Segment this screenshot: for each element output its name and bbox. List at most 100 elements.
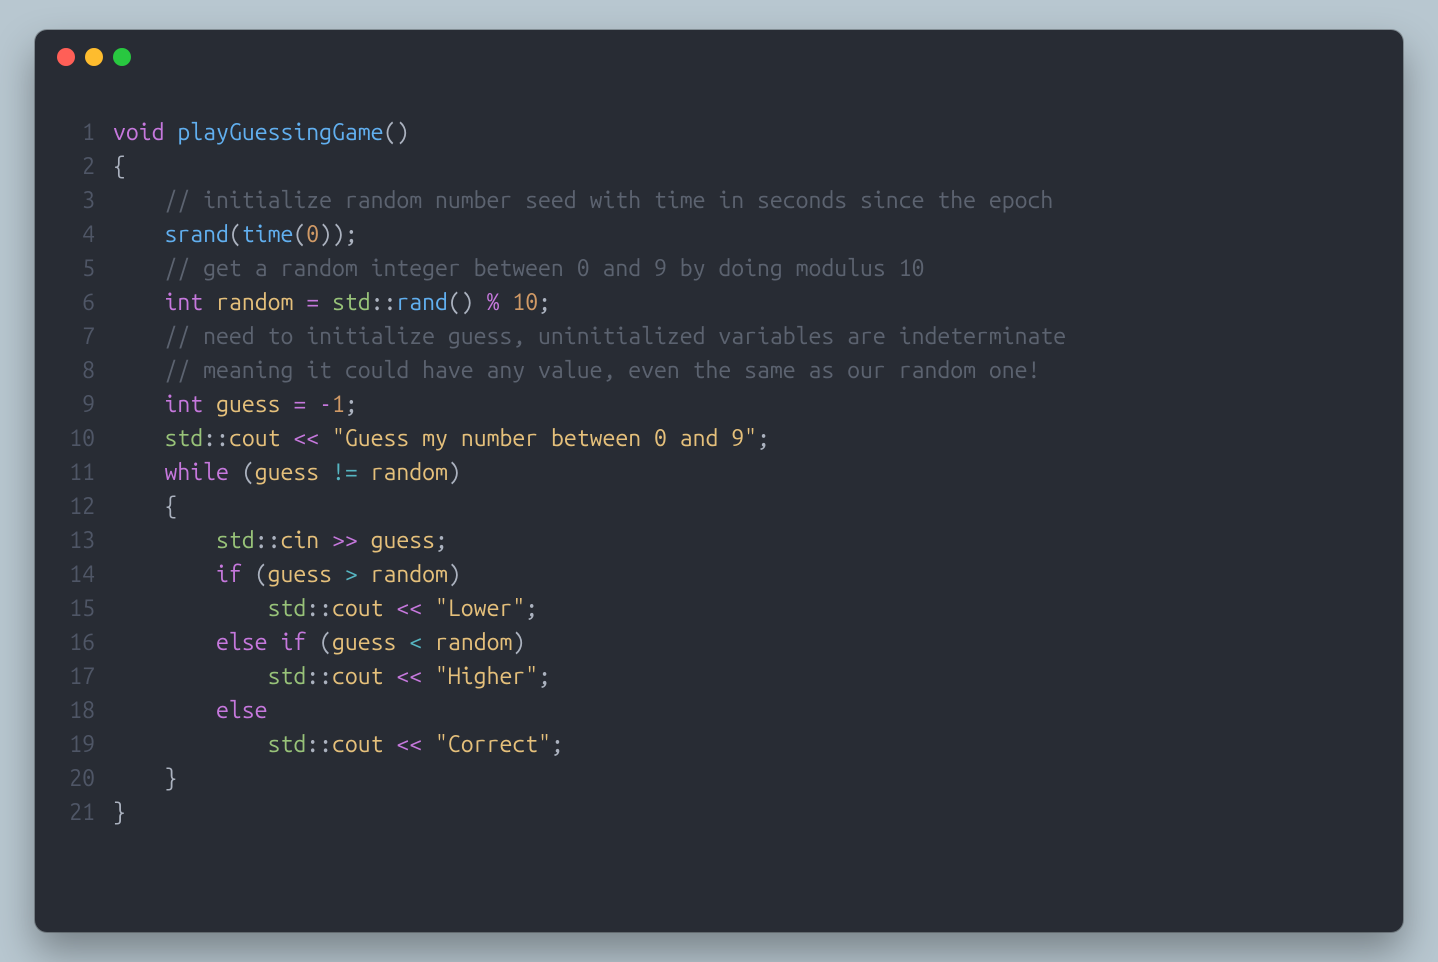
token-var: cout [332, 596, 384, 621]
token-kw: else [216, 630, 268, 655]
code-line[interactable]: 14 if (guess > random) [55, 558, 1383, 592]
code-content[interactable]: } [113, 762, 1383, 796]
code-content[interactable]: std::cin >> guess; [113, 524, 1383, 558]
token-punc: ; [345, 392, 358, 417]
code-content[interactable]: // initialize random number seed with ti… [113, 184, 1383, 218]
token-fn: rand [396, 290, 448, 315]
code-line[interactable]: 1void playGuessingGame() [55, 116, 1383, 150]
titlebar [35, 30, 1403, 76]
code-content[interactable]: std::cout << "Correct"; [113, 728, 1383, 762]
token-op: < [409, 630, 422, 655]
token-punc: :: [255, 528, 281, 553]
token-punc: ; [538, 290, 551, 315]
code-line[interactable]: 2{ [55, 150, 1383, 184]
code-content[interactable]: // get a random integer between 0 and 9 … [113, 252, 1383, 286]
token-opp: >> [332, 528, 358, 553]
code-line[interactable]: 12 { [55, 490, 1383, 524]
code-content[interactable]: std::cout << "Higher"; [113, 660, 1383, 694]
token-punc: ( [229, 460, 255, 485]
editor-window: 1void playGuessingGame()2{3 // initializ… [35, 30, 1403, 932]
token-punc [384, 732, 397, 757]
code-line[interactable]: 3 // initialize random number seed with … [55, 184, 1383, 218]
code-content[interactable]: int guess = -1; [113, 388, 1383, 422]
token-punc: :: [306, 596, 332, 621]
code-line[interactable]: 10 std::cout << "Guess my number between… [55, 422, 1383, 456]
code-content[interactable]: srand(time(0)); [113, 218, 1383, 252]
code-content[interactable]: std::cout << "Lower"; [113, 592, 1383, 626]
line-number: 16 [55, 626, 113, 660]
token-op: != [332, 460, 358, 485]
token-punc [293, 290, 306, 315]
code-line[interactable]: 20 } [55, 762, 1383, 796]
token-punc: { [113, 154, 126, 179]
minimize-icon[interactable] [85, 48, 103, 66]
token-ns: std [332, 290, 371, 315]
zoom-icon[interactable] [113, 48, 131, 66]
token-punc [358, 528, 371, 553]
token-opp: = [306, 290, 319, 315]
code-line[interactable]: 21} [55, 796, 1383, 830]
token-punc [113, 460, 165, 485]
token-punc [422, 596, 435, 621]
code-content[interactable]: { [113, 150, 1383, 184]
token-punc: )); [319, 222, 358, 247]
token-punc: () [448, 290, 487, 315]
token-kw: else [216, 698, 268, 723]
token-str: "Higher" [435, 664, 538, 689]
code-line[interactable]: 11 while (guess != random) [55, 456, 1383, 490]
code-line[interactable]: 6 int random = std::rand() % 10; [55, 286, 1383, 320]
token-type: int [165, 392, 204, 417]
code-content[interactable]: // meaning it could have any value, even… [113, 354, 1383, 388]
token-type: int [165, 290, 204, 315]
token-punc: ( [242, 562, 268, 587]
token-var: guess [255, 460, 319, 485]
code-line[interactable]: 15 std::cout << "Lower"; [55, 592, 1383, 626]
code-line[interactable]: 13 std::cin >> guess; [55, 524, 1383, 558]
code-content[interactable]: int random = std::rand() % 10; [113, 286, 1383, 320]
line-number: 9 [55, 388, 113, 422]
code-content[interactable]: if (guess > random) [113, 558, 1383, 592]
token-punc [113, 222, 165, 247]
token-punc [358, 562, 371, 587]
code-content[interactable]: else if (guess < random) [113, 626, 1383, 660]
token-str: "Correct" [435, 732, 551, 757]
code-editor[interactable]: 1void playGuessingGame()2{3 // initializ… [35, 76, 1403, 932]
token-kw: while [165, 460, 229, 485]
code-line[interactable]: 17 std::cout << "Higher"; [55, 660, 1383, 694]
token-num: 1 [332, 392, 345, 417]
token-punc [113, 698, 216, 723]
token-ns: std [165, 426, 204, 451]
code-line[interactable]: 5 // get a random integer between 0 and … [55, 252, 1383, 286]
token-punc: { [113, 494, 177, 519]
code-line[interactable]: 7 // need to initialize guess, uninitial… [55, 320, 1383, 354]
token-punc [319, 460, 332, 485]
line-number: 3 [55, 184, 113, 218]
code-content[interactable]: // need to initialize guess, uninitializ… [113, 320, 1383, 354]
token-var: guess [332, 630, 396, 655]
code-content[interactable]: { [113, 490, 1383, 524]
token-punc: } [113, 800, 126, 825]
code-content[interactable]: std::cout << "Guess my number between 0 … [113, 422, 1383, 456]
token-punc [319, 426, 332, 451]
line-number: 20 [55, 762, 113, 796]
token-ns: std [268, 732, 307, 757]
line-number: 13 [55, 524, 113, 558]
token-ns: std [268, 664, 307, 689]
token-punc [113, 528, 216, 553]
code-line[interactable]: 8 // meaning it could have any value, ev… [55, 354, 1383, 388]
close-icon[interactable] [57, 48, 75, 66]
line-number: 18 [55, 694, 113, 728]
code-content[interactable]: void playGuessingGame() [113, 116, 1383, 150]
code-line[interactable]: 4 srand(time(0)); [55, 218, 1383, 252]
code-content[interactable]: while (guess != random) [113, 456, 1383, 490]
code-line[interactable]: 18 else [55, 694, 1383, 728]
token-ns: std [268, 596, 307, 621]
token-punc [384, 596, 397, 621]
token-opp: << [396, 596, 422, 621]
token-punc: ( [229, 222, 242, 247]
code-content[interactable]: else [113, 694, 1383, 728]
code-line[interactable]: 9 int guess = -1; [55, 388, 1383, 422]
code-line[interactable]: 19 std::cout << "Correct"; [55, 728, 1383, 762]
code-content[interactable]: } [113, 796, 1383, 830]
code-line[interactable]: 16 else if (guess < random) [55, 626, 1383, 660]
